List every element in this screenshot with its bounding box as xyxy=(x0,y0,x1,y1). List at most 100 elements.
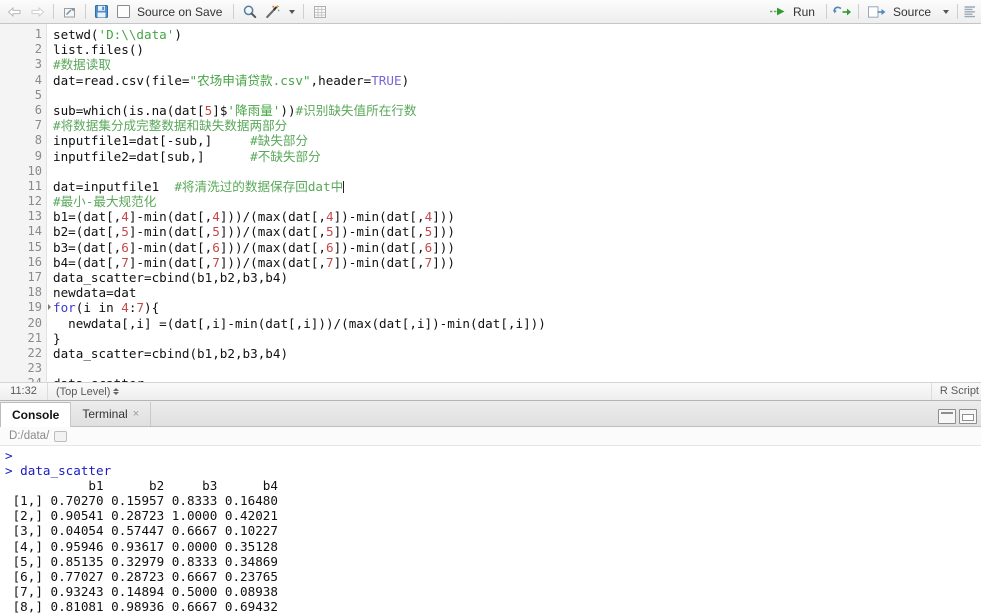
tab-console[interactable]: Console xyxy=(0,402,72,427)
code-token: } xyxy=(53,330,61,346)
code-line[interactable]: inputfile2=dat[sub,] #不缺失部分 xyxy=(53,149,981,164)
code-line[interactable]: b4=(dat[,7]-min(dat[,7]))/(max(dat[,7])-… xyxy=(53,255,981,270)
code-line[interactable]: newdata[,i] =(dat[,i]-min(dat[,i]))/(max… xyxy=(53,316,981,331)
line-number-gutter: 123456789101112131415161718192021222324 xyxy=(0,24,51,382)
code-token: 5 xyxy=(212,224,220,240)
source-on-save-label: Source on Save xyxy=(137,4,223,19)
tab-console-label: Console xyxy=(12,408,60,422)
magic-wand-icon xyxy=(266,4,280,18)
code-line[interactable]: data_scatter=cbind(b1,b2,b3,b4) xyxy=(53,270,981,285)
document-outline-button[interactable] xyxy=(962,1,978,22)
console-line: [6,] 0.77027 0.28723 0.6667 0.23765 xyxy=(5,568,278,584)
working-directory-label[interactable]: D:/data/ xyxy=(9,430,49,442)
code-fold-icon[interactable] xyxy=(48,304,51,311)
console-output[interactable]: > > data_scatter b1 b2 b3 b4 [1,] 0.70270… xyxy=(0,446,981,616)
line-number: 6 xyxy=(34,102,42,117)
code-line[interactable]: #数据读取 xyxy=(53,57,981,72)
code-token: 4 xyxy=(212,209,220,225)
tab-terminal-label: Terminal xyxy=(82,407,128,421)
code-line[interactable]: sub=which(is.na(dat[5]$'降雨量'))#识别缺失值所在行数 xyxy=(53,103,981,118)
editor-toolbar: Source on Save Run Source xyxy=(0,0,981,24)
console-pane: Console Terminal × D:/data/ > > data_scat… xyxy=(0,401,981,616)
rerun-button[interactable] xyxy=(831,1,854,22)
code-token: 7 xyxy=(326,254,334,270)
code-token: ,header= xyxy=(310,72,372,88)
source-dropdown-button[interactable] xyxy=(938,1,953,22)
save-button[interactable] xyxy=(90,1,113,22)
chevron-down-icon xyxy=(288,9,295,14)
code-line[interactable] xyxy=(53,88,981,103)
scope-label: (Top Level) xyxy=(56,385,111,398)
code-line[interactable]: list.files() xyxy=(53,42,981,57)
line-number: 12 xyxy=(27,194,42,209)
code-line[interactable]: data_scatter xyxy=(53,376,981,382)
code-token: 7 xyxy=(136,300,145,316)
code-token: ])-min(dat[, xyxy=(333,254,425,270)
code-line[interactable]: data_scatter=cbind(b1,b2,b3,b4) xyxy=(53,346,981,361)
file-type-label[interactable]: R Script xyxy=(930,383,981,400)
source-on-save-toggle[interactable]: Source on Save xyxy=(113,5,229,19)
console-line: [8,] 0.81081 0.98936 0.6667 0.69432 xyxy=(5,598,278,614)
toolbar-divider xyxy=(303,4,305,19)
console-line: [2,] 0.90541 0.28723 1.0000 0.42021 xyxy=(5,508,278,524)
code-token: newdata=dat xyxy=(53,285,137,301)
console-line: > data_scatter xyxy=(5,463,112,479)
code-tools-dropdown-button[interactable] xyxy=(284,1,299,22)
code-editor[interactable]: 123456789101112131415161718192021222324 … xyxy=(0,24,981,382)
forward-button[interactable] xyxy=(26,1,49,22)
code-line[interactable]: dat=inputfile1 #将清洗过的数据保存回dat中 xyxy=(53,179,981,194)
code-line[interactable]: #最小-最大规范化 xyxy=(53,194,981,209)
back-arrow-icon xyxy=(7,6,21,17)
code-line[interactable]: } xyxy=(53,331,981,346)
source-arrow-icon xyxy=(867,5,886,18)
source-button[interactable]: Source xyxy=(863,2,938,21)
run-label: Run xyxy=(792,4,815,19)
console-line: [1,] 0.70270 0.15957 0.8333 0.16480 xyxy=(5,493,278,509)
magnifier-icon xyxy=(243,5,257,18)
code-token: (i in xyxy=(75,300,122,316)
line-number: 4 xyxy=(34,72,42,87)
code-tools-button[interactable] xyxy=(261,1,284,22)
code-line[interactable]: b2=(dat[,5]-min(dat[,5]))/(max(dat[,5])-… xyxy=(53,224,981,239)
maximize-pane-icon[interactable] xyxy=(959,409,977,424)
code-line[interactable]: inputfile1=dat[-sub,] #缺失部分 xyxy=(53,133,981,148)
code-token: data_scatter xyxy=(53,376,144,382)
toolbar-divider xyxy=(957,4,958,19)
code-line[interactable]: for(i in 4:7){ xyxy=(53,300,981,315)
source-on-save-checkbox[interactable] xyxy=(117,5,130,18)
code-content[interactable]: setwd('D:\\data') list.files() #数据读取 dat=re… xyxy=(47,24,981,382)
code-line[interactable]: #将数据集分成完整数据和缺失数据两部分 xyxy=(53,118,981,133)
find-replace-button[interactable] xyxy=(238,1,261,22)
run-button[interactable]: Run xyxy=(765,2,822,21)
code-line[interactable]: setwd('D:\\data') xyxy=(53,27,981,42)
code-token: 5 xyxy=(326,224,334,240)
code-token: #将清洗过的数据保存回dat中 xyxy=(174,178,344,194)
console-line: > xyxy=(5,448,13,463)
code-token: 6 xyxy=(212,239,220,255)
show-in-new-window-button[interactable] xyxy=(58,1,81,22)
code-line[interactable]: b1=(dat[,4]-min(dat[,4]))/(max(dat[,4])-… xyxy=(53,209,981,224)
code-token: 7 xyxy=(212,254,220,270)
open-in-window-icon[interactable] xyxy=(54,430,68,442)
code-line[interactable]: b3=(dat[,6]-min(dat[,6]))/(max(dat[,6])-… xyxy=(53,240,981,255)
line-number: 24 xyxy=(0,376,46,382)
code-line[interactable] xyxy=(53,361,981,376)
code-token: ){ xyxy=(144,300,160,316)
code-line[interactable]: newdata=dat xyxy=(53,285,981,300)
code-token: ])) xyxy=(432,239,455,255)
code-scope-selector[interactable]: (Top Level) xyxy=(48,385,120,398)
code-token: )) xyxy=(280,102,296,118)
code-token: 7 xyxy=(121,254,129,270)
back-button[interactable] xyxy=(3,1,26,22)
minimize-pane-icon[interactable] xyxy=(938,409,956,424)
code-token: ]-min(dat[, xyxy=(128,224,213,240)
code-token: setwd( xyxy=(53,27,99,42)
tab-terminal[interactable]: Terminal × xyxy=(71,402,152,426)
compile-report-button[interactable] xyxy=(308,1,331,22)
close-icon[interactable]: × xyxy=(133,408,139,420)
code-line[interactable] xyxy=(53,164,981,179)
code-line[interactable]: dat=read.csv(file="农场申请贷款.csv",header=TR… xyxy=(53,73,981,88)
source-label: Source xyxy=(892,4,931,19)
line-number: 17 xyxy=(27,270,42,284)
code-token: dat=read.csv(file= xyxy=(53,72,190,88)
